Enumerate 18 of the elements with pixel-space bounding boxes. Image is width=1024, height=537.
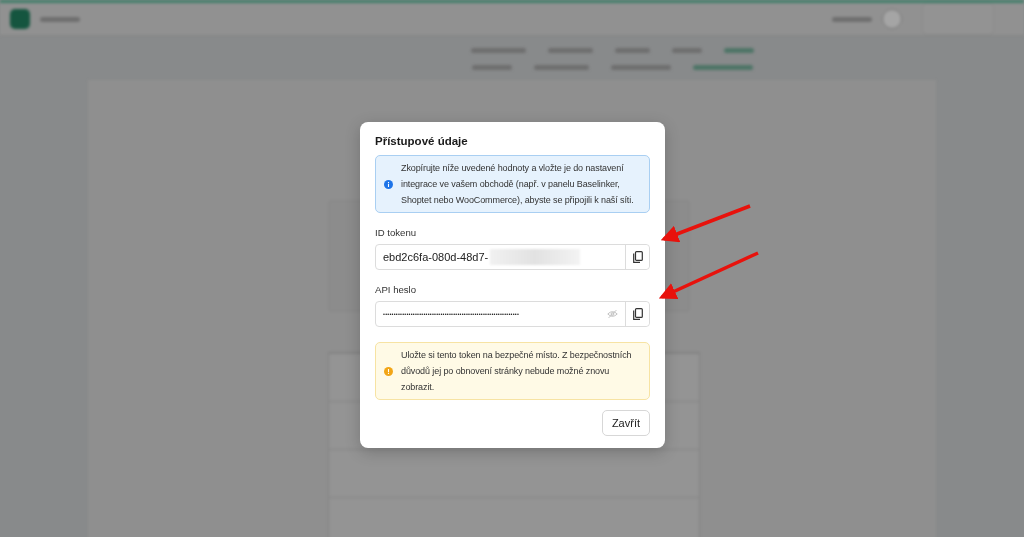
warning-text: Uložte si tento token na bezpečné místo. Z bezpečnostních důvodů jej po obnovení stránky nebude možné znovu zobrazit. — [401, 349, 633, 394]
blurred-text — [671, 48, 702, 53]
info-text: Zkopírujte níže uvedené hodnoty a vložte je do nastavení integrace ve vašem obchodě (např. v panelu Baselinker, Shoptet nebo WooCommerce), abyste se připojili k naší síti. — [401, 162, 635, 207]
field-label: ID tokenu — [375, 227, 418, 238]
blurred-logo — [10, 9, 30, 29]
blurred-text — [470, 48, 526, 53]
blurred-text — [832, 16, 872, 22]
warning-icon — [384, 366, 393, 376]
field-label: API heslo — [375, 284, 418, 295]
blurred-text — [610, 65, 671, 70]
dialog-title: Přístupové údaje — [375, 135, 469, 147]
blurred-text — [614, 48, 650, 53]
info-icon — [384, 179, 393, 189]
blurred-text — [547, 48, 593, 53]
blurred-text — [471, 65, 512, 70]
close-button[interactable]: Zavřít — [601, 410, 650, 436]
blurred-text — [533, 65, 589, 70]
blurred-text — [40, 16, 80, 22]
